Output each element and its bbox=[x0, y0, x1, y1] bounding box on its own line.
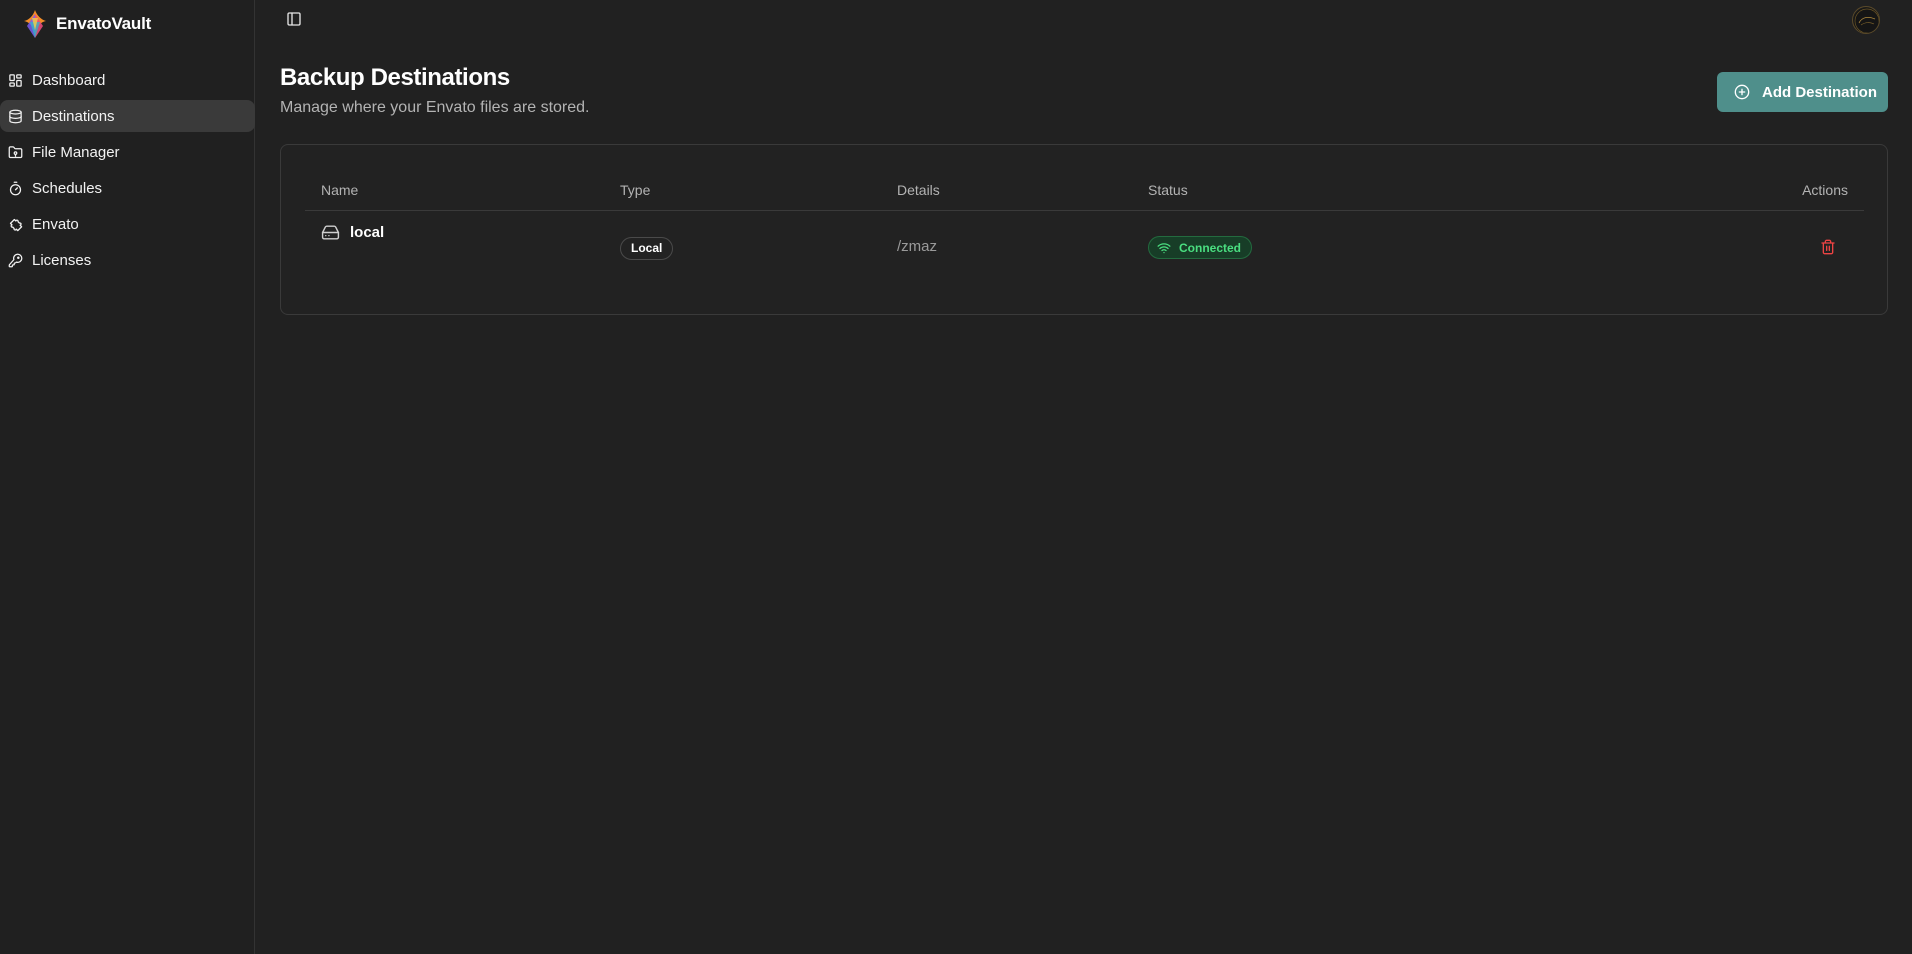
sidebar-item-label: Destinations bbox=[32, 107, 115, 125]
sidebar: EnvatoVault Dashboard Destinations File … bbox=[0, 0, 255, 954]
sidebar-item-label: Envato bbox=[32, 215, 79, 233]
key-icon bbox=[8, 253, 23, 267]
type-badge: Local bbox=[620, 237, 674, 260]
envatovault-logo-icon bbox=[24, 10, 46, 38]
sidebar-item-destinations[interactable]: Destinations bbox=[0, 100, 255, 132]
sidebar-item-label: Schedules bbox=[32, 179, 103, 197]
sidebar-item-licenses[interactable]: Licenses bbox=[0, 244, 255, 276]
app-root: EnvatoVault Dashboard Destinations File … bbox=[0, 0, 1912, 954]
table-header: Name Type Details Status Actions bbox=[305, 169, 1864, 211]
column-header-name: Name bbox=[321, 182, 359, 198]
puzzle-icon bbox=[9, 218, 23, 231]
dashboard-icon bbox=[9, 73, 22, 87]
folder-icon bbox=[8, 145, 23, 158]
add-destination-button[interactable]: Add Destination bbox=[1717, 72, 1888, 112]
hard-drive-icon bbox=[321, 224, 340, 240]
status-badge: Connected bbox=[1148, 236, 1253, 259]
timer-icon bbox=[9, 181, 22, 195]
destination-name-cell: local bbox=[321, 220, 384, 244]
sidebar-item-label: File Manager bbox=[32, 143, 120, 161]
sidebar-item-dashboard[interactable]: Dashboard bbox=[0, 64, 255, 96]
sidebar-toggle-button[interactable] bbox=[286, 11, 302, 27]
panel-left-icon bbox=[287, 12, 301, 26]
destination-details: /zmaz bbox=[897, 238, 938, 255]
brand[interactable]: EnvatoVault bbox=[22, 8, 151, 40]
page-subtitle: Manage where your Envato files are store… bbox=[280, 99, 590, 116]
user-avatar-icon bbox=[1854, 8, 1879, 33]
page-title: Backup Destinations bbox=[280, 64, 510, 91]
plus-circle-icon bbox=[1734, 84, 1750, 100]
column-header-details: Details bbox=[897, 182, 940, 198]
avatar[interactable] bbox=[1852, 6, 1880, 34]
sidebar-item-file-manager[interactable]: File Manager bbox=[0, 136, 255, 168]
sidebar-item-label: Dashboard bbox=[32, 71, 106, 89]
column-header-type: Type bbox=[620, 182, 651, 198]
status-label: Connected bbox=[1179, 240, 1242, 255]
sidebar-item-schedules[interactable]: Schedules bbox=[0, 172, 255, 204]
brand-name: EnvatoVault bbox=[56, 14, 152, 33]
sidebar-nav: Dashboard Destinations File Manager Sche… bbox=[0, 64, 255, 280]
delete-button[interactable] bbox=[1820, 238, 1836, 256]
wifi-icon bbox=[1157, 242, 1171, 253]
column-header-actions: Actions bbox=[1802, 182, 1848, 198]
destinations-card: Name Type Details Status Actions local L… bbox=[280, 144, 1888, 315]
column-header-status: Status bbox=[1148, 182, 1188, 198]
trash-icon bbox=[1821, 239, 1835, 255]
sidebar-item-label: Licenses bbox=[32, 251, 92, 269]
destination-name: local bbox=[350, 223, 385, 241]
add-destination-label: Add Destination bbox=[1762, 83, 1877, 101]
sidebar-item-envato[interactable]: Envato bbox=[0, 208, 255, 240]
database-icon bbox=[9, 109, 22, 123]
table-row[interactable]: local Local /zmaz Connected bbox=[305, 212, 1864, 282]
